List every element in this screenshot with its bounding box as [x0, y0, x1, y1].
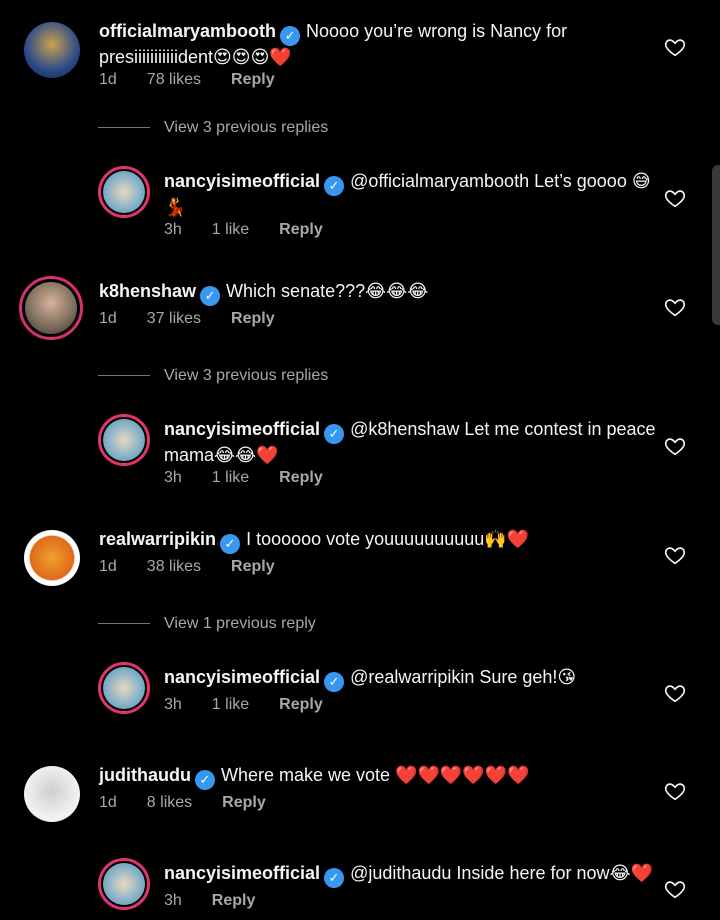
divider	[98, 375, 150, 377]
view-previous-replies[interactable]: View 1 previous reply	[98, 615, 316, 633]
comment-text: I toooooo vote youuuuuuuuuu🙌❤️	[246, 529, 530, 549]
reply-button[interactable]: Reply	[279, 469, 323, 486]
verified-badge-icon: ✓	[200, 286, 221, 306]
timestamp: 3h	[164, 469, 182, 486]
reply-meta: 3h 1 like Reply	[164, 469, 353, 487]
reply-body: nancyisimeofficial ✓ @realwarripikin Sure …	[164, 666, 654, 692]
verified-badge-icon: ✓	[220, 534, 241, 554]
username[interactable]: nancyisimeofficial	[164, 419, 320, 439]
divider	[98, 623, 150, 625]
timestamp: 3h	[164, 696, 182, 713]
scrollbar[interactable]	[712, 165, 720, 325]
timestamp: 3h	[164, 221, 182, 238]
heart-icon[interactable]	[664, 187, 686, 209]
heart-icon[interactable]	[664, 435, 686, 457]
like-count[interactable]: 1 like	[212, 696, 249, 713]
reply-body: nancyisimeofficial ✓ @officialmaryambooth …	[164, 170, 654, 218]
avatar[interactable]	[24, 530, 80, 586]
reply-button[interactable]: Reply	[231, 71, 275, 88]
username[interactable]: nancyisimeofficial	[164, 667, 320, 687]
username[interactable]: nancyisimeofficial	[164, 171, 320, 191]
like-count[interactable]: 1 like	[212, 469, 249, 486]
verified-badge-icon: ✓	[194, 770, 215, 790]
reply-button[interactable]: Reply	[222, 794, 266, 811]
reply-button[interactable]: Reply	[279, 221, 323, 238]
heart-icon[interactable]	[664, 296, 686, 318]
heart-icon[interactable]	[664, 878, 686, 900]
username[interactable]: judithaudu	[99, 765, 191, 785]
verified-badge-icon: ✓	[280, 26, 301, 46]
reply-button[interactable]: Reply	[231, 310, 275, 327]
reply-button[interactable]: Reply	[279, 696, 323, 713]
avatar[interactable]	[98, 858, 150, 910]
view-replies-label: View 1 previous reply	[164, 615, 316, 632]
reply-body: nancyisimeofficial ✓ @judithaudu Inside he…	[164, 862, 654, 888]
reply-meta: 3h 1 like Reply	[164, 696, 353, 714]
timestamp: 1d	[99, 310, 117, 327]
verified-badge-icon: ✓	[324, 672, 345, 692]
reply-meta: 3h Reply	[164, 892, 285, 910]
avatar[interactable]	[98, 414, 150, 466]
username[interactable]: nancyisimeofficial	[164, 863, 320, 883]
avatar[interactable]	[19, 276, 83, 340]
comment-text: Where make we vote ❤️❤️❤️❤️❤️❤️	[220, 765, 530, 785]
heart-icon[interactable]	[664, 36, 686, 58]
like-count[interactable]: 38 likes	[147, 558, 201, 575]
view-replies-label: View 3 previous replies	[164, 119, 329, 136]
verified-badge-icon: ✓	[324, 176, 345, 196]
reply-button[interactable]: Reply	[212, 892, 256, 909]
reply-button[interactable]: Reply	[231, 558, 275, 575]
heart-icon[interactable]	[664, 682, 686, 704]
username[interactable]: realwarripikin	[99, 529, 216, 549]
comment-meta: 1d 38 likes Reply	[99, 558, 305, 576]
avatar[interactable]	[24, 766, 80, 822]
verified-badge-icon: ✓	[324, 868, 345, 888]
reply-text: @realwarripikin Sure geh!😘	[350, 667, 577, 687]
comment-body: judithaudu ✓ Where make we vote ❤️❤️❤️❤️❤️…	[99, 764, 659, 790]
timestamp: 1d	[99, 71, 117, 88]
timestamp: 3h	[164, 892, 182, 909]
view-replies-label: View 3 previous replies	[164, 367, 329, 384]
avatar[interactable]	[24, 22, 80, 78]
avatar[interactable]	[98, 662, 150, 714]
like-count[interactable]: 37 likes	[147, 310, 201, 327]
username[interactable]: officialmaryambooth	[99, 21, 276, 41]
comment-text: Which senate???😂😂😂	[226, 281, 429, 301]
heart-icon[interactable]	[664, 544, 686, 566]
comment-meta: 1d 78 likes Reply	[99, 71, 305, 89]
heart-icon[interactable]	[664, 780, 686, 802]
comment-meta: 1d 37 likes Reply	[99, 310, 305, 328]
view-previous-replies[interactable]: View 3 previous replies	[98, 367, 328, 385]
timestamp: 1d	[99, 558, 117, 575]
comment-body: officialmaryambooth ✓ Noooo you’re wrong i…	[99, 20, 659, 68]
verified-badge-icon: ✓	[324, 424, 345, 444]
like-count[interactable]: 8 likes	[147, 794, 192, 811]
like-count[interactable]: 1 like	[212, 221, 249, 238]
comment-meta: 1d 8 likes Reply	[99, 794, 296, 812]
reply-meta: 3h 1 like Reply	[164, 221, 353, 239]
reply-body: nancyisimeofficial ✓ @k8henshaw Let me con…	[164, 418, 664, 466]
username[interactable]: k8henshaw	[99, 281, 196, 301]
comment-body: realwarripikin ✓ I toooooo vote youuuuuuuu…	[99, 528, 659, 554]
timestamp: 1d	[99, 794, 117, 811]
avatar[interactable]	[98, 166, 150, 218]
reply-text: @judithaudu Inside here for now😂❤️	[350, 863, 653, 883]
comment-body: k8henshaw ✓ Which senate???😂😂😂	[99, 280, 659, 306]
like-count[interactable]: 78 likes	[147, 71, 201, 88]
divider	[98, 127, 150, 129]
view-previous-replies[interactable]: View 3 previous replies	[98, 119, 328, 137]
